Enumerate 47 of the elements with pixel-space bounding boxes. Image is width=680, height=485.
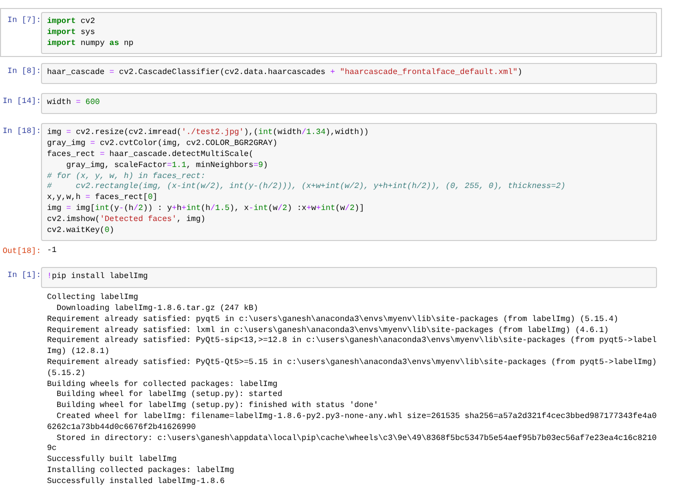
output-line: Building wheel for labelImg (setup.py): started [56, 390, 284, 401]
output-line: Requirement already satisfied: PyQt5-Qt5>=5.15 in c:\users\ganesh\anaconda3\envs\myenv\lib\site-packages (from pyqt5->labelImg) [47, 358, 657, 369]
output-line: Requirement already satisfied: PyQt5-sip<13,>=12.8 in c:\users\ganesh\anaconda3\envs\myenv\lib\site-packages (from pyqt5->label [47, 336, 657, 347]
output-line: Successfully installed labelImg-1.8.6 [47, 476, 226, 485]
code-line: import cv2 [47, 17, 96, 28]
cell-prompt: In [18]: [2, 127, 41, 138]
output-line: Requirement already satisfied: lxml in c:\users\ganesh\anaconda3\envs\myenv\lib\site-packages (from labelImg) (4.6.1) [47, 326, 610, 336]
code-line: !pip install labelImg [47, 272, 149, 283]
code-cell[interactable]: width = 600 [41, 93, 657, 114]
cell-prompt: In [14]: [2, 97, 41, 108]
cell-prompt: In [8]: [7, 67, 41, 78]
code-line: # cv2.rectangle(img, (x-int(w/2), int(y-(h/2))), (x+w+int(w/2), y+h+int(h/2)), (0, 255, 0), thickness=2) [47, 182, 566, 193]
code-line: gray_img = cv2.cvtColor(img, cv2.COLOR_BGR2GRAY) [47, 139, 278, 150]
code-line: gray_img, scaleFactor=1.1, minNeighbors=9) [65, 160, 269, 172]
code-line: img = img[int(y-(h/2)) : y+h+int(h/1.5), x-int(w/2) :x+w+int(w/2)] [47, 204, 366, 215]
code-line: import numpy as np [47, 38, 134, 50]
cell-prompt: In [1]: [7, 271, 41, 282]
output-line: Collecting labelImg [47, 293, 140, 304]
code-line: img = cv2.resize(cv2.imread('./test2.jpg'),(int(width/1.34),width)) [47, 128, 370, 139]
output-line: Stored in directory: c:\users\ganesh\appdata\local\pip\cache\wheels\c3\9e\49\8368f5bc5347b5e54aef95b7b03ec56af7e23ea4c16c8210 [56, 434, 657, 444]
output-line: 9c [47, 444, 58, 455]
code-line: width = 600 [47, 98, 101, 110]
code-line: # for (x, y, w, h) in faces_rect: [47, 172, 206, 182]
code-line: faces_rect = haar_cascade.detectMultiScale( [47, 150, 254, 161]
code-cell[interactable]: import cv2 import sys import numpy as np [41, 12, 657, 54]
output-line: (5.15.2) [47, 368, 86, 380]
code-line: import sys [47, 28, 96, 39]
code-line: haar_cascade = cv2.CascadeClassifier(cv2.data.haarcascades + "haarcascade_frontalface_default.xml") [47, 68, 524, 80]
cell-prompt: In [7]: [7, 16, 41, 27]
output-line: Building wheels for collected packages: labelImg [47, 380, 278, 390]
output-line: Building wheel for labelImg (setup.py): finished with status 'done' [56, 401, 380, 412]
output-line: Installing collected packages: labelImg [47, 466, 236, 477]
output-line: 6262c1a73bb44d0c6676f2b41626990 [47, 422, 197, 434]
code-cell[interactable]: haar_cascade = cv2.CascadeClassifier(cv2.data.haarcascades + "haarcascade_frontalface_default.xml") [41, 63, 657, 84]
code-line: cv2.waitKey(0) [47, 226, 116, 236]
output-line: Downloading labelImg-1.8.6.tar.gz (247 kB) [56, 304, 260, 315]
code-line: cv2.imshow('Detected faces', img) [47, 214, 206, 226]
selected-cell[interactable]: In [7]: import cv2 import sys import numpy as np [0, 8, 662, 58]
output-line: Successfully built labelImg [47, 455, 178, 466]
output-line: Requirement already satisfied: pyqt5 in c:\users\ganesh\anaconda3\envs\myenv\lib\site-packages (from labelImg) (5.15.4) [47, 314, 620, 326]
code-line: x,y,w,h = faces_rect[0] [47, 193, 158, 204]
output-prompt: Out[18]: [2, 247, 41, 258]
output-line: Created wheel for labelImg: filename=labelImg-1.8.6-py2.py3-none-any.whl size=261535 sha256=a57a2d321f4cec3bbed987177343fe4a0 [56, 412, 657, 423]
output-line: Img) (12.8.1) [47, 347, 110, 358]
code-cell[interactable]: !pip install labelImg [41, 267, 657, 288]
output-line: -1 [47, 246, 58, 258]
code-cell[interactable] [41, 123, 657, 242]
